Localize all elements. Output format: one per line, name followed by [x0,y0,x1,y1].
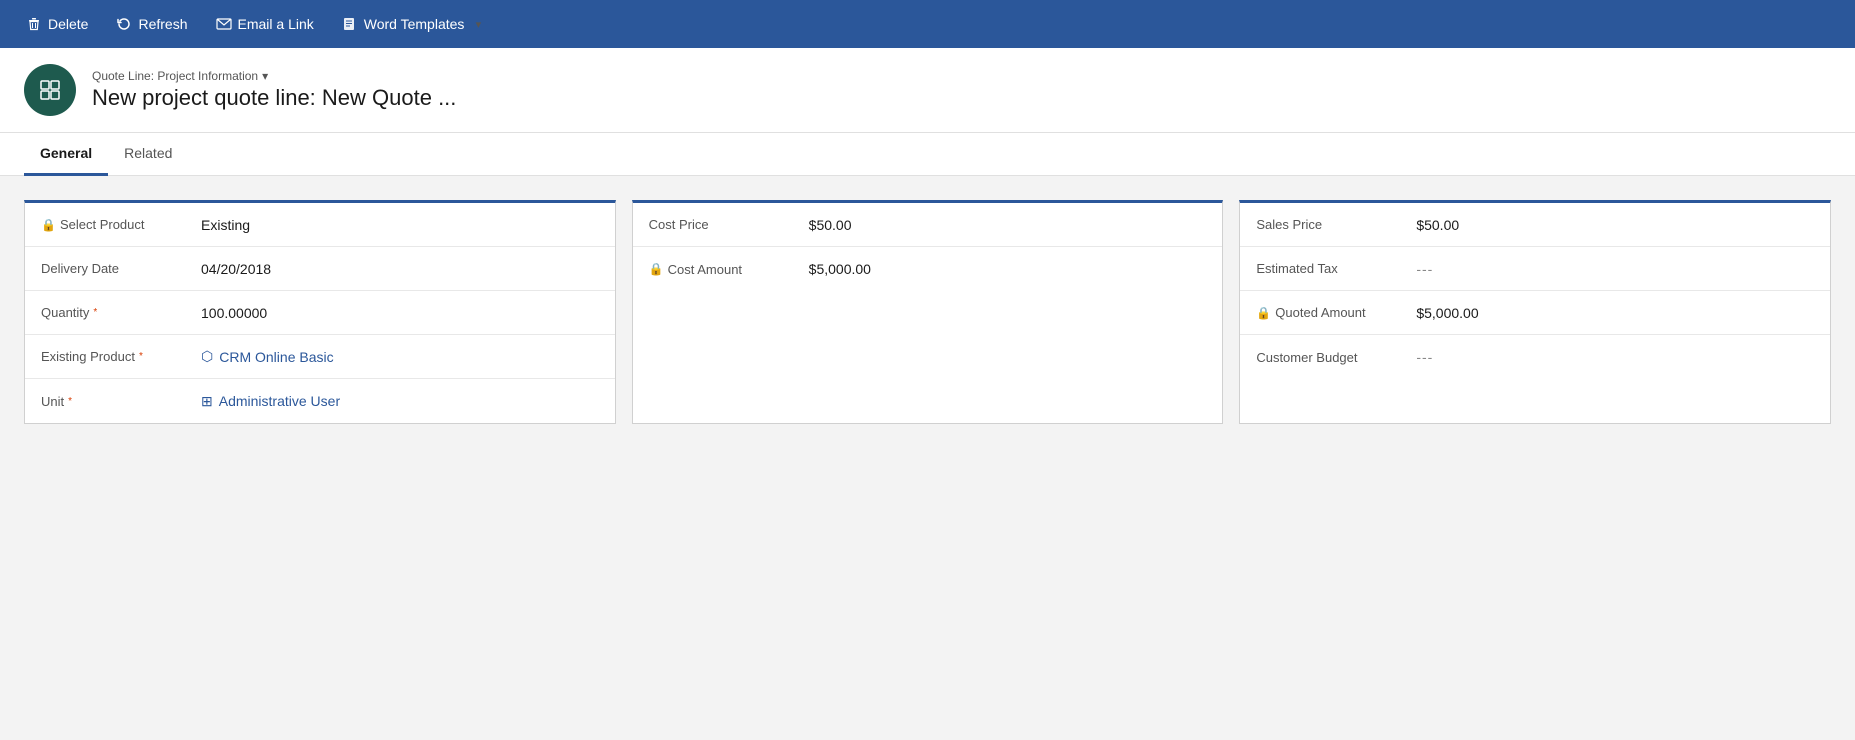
page-header: Quote Line: Project Information ▾ New pr… [0,48,1855,133]
entity-icon [24,64,76,116]
value-unit[interactable]: ⊞ Administrative User [201,393,340,410]
label-unit: Unit * [41,394,201,409]
lock-icon-select-product: 🔒 [41,218,56,232]
value-quantity: 100.00000 [201,305,267,321]
field-row-existing-product: Existing Product * ⬡ CRM Online Basic [25,335,615,379]
refresh-button[interactable]: Refresh [106,10,197,38]
middle-card: Cost Price $50.00 🔒 Cost Amount $5,000.0… [632,200,1224,424]
value-estimated-tax: --- [1416,261,1433,277]
right-card: Sales Price $50.00 Estimated Tax --- 🔒 Q… [1239,200,1831,424]
form-grid: 🔒 Select Product Existing Delivery Date … [24,200,1831,424]
delete-button[interactable]: Delete [16,10,98,38]
breadcrumb[interactable]: Quote Line: Project Information ▾ [92,69,456,83]
header-text: Quote Line: Project Information ▾ New pr… [92,69,456,111]
required-star-unit: * [68,396,72,407]
value-cost-amount: $5,000.00 [809,261,871,277]
lock-icon-quoted-amount: 🔒 [1256,306,1271,320]
email-icon [216,16,232,32]
field-row-cost-amount: 🔒 Cost Amount $5,000.00 [633,247,1223,291]
field-row-customer-budget: Customer Budget --- [1240,335,1830,379]
field-row-unit: Unit * ⊞ Administrative User [25,379,615,423]
label-cost-amount: 🔒 Cost Amount [649,262,809,277]
tab-general[interactable]: General [24,133,108,176]
breadcrumb-chevron-icon: ▾ [262,69,268,83]
tab-related[interactable]: Related [108,133,188,176]
entity-icon-unit: ⊞ [201,393,213,410]
value-quoted-amount: $5,000.00 [1416,305,1478,321]
value-delivery-date: 04/20/2018 [201,261,271,277]
main-content: 🔒 Select Product Existing Delivery Date … [0,176,1855,740]
email-link-label: Email a Link [238,16,314,32]
word-templates-button[interactable]: Word Templates ▾ [332,10,497,38]
refresh-icon [116,16,132,32]
label-quoted-amount: 🔒 Quoted Amount [1256,305,1416,320]
required-star-quantity: * [93,307,97,318]
tabs-bar: General Related [0,133,1855,176]
left-card: 🔒 Select Product Existing Delivery Date … [24,200,616,424]
page-title: New project quote line: New Quote ... [92,85,456,111]
lock-icon-cost-amount: 🔒 [649,262,664,276]
value-existing-product[interactable]: ⬡ CRM Online Basic [201,348,334,365]
label-customer-budget: Customer Budget [1256,350,1416,365]
value-cost-price: $50.00 [809,217,852,233]
label-quantity: Quantity * [41,305,201,320]
field-row-select-product: 🔒 Select Product Existing [25,203,615,247]
field-row-sales-price: Sales Price $50.00 [1240,203,1830,247]
value-customer-budget: --- [1416,349,1433,365]
label-existing-product: Existing Product * [41,349,201,364]
value-select-product: Existing [201,217,250,233]
delete-label: Delete [48,16,88,32]
label-estimated-tax: Estimated Tax [1256,261,1416,276]
field-row-delivery-date: Delivery Date 04/20/2018 [25,247,615,291]
required-star-existing-product: * [139,351,143,362]
label-select-product: 🔒 Select Product [41,217,201,232]
label-sales-price: Sales Price [1256,217,1416,232]
field-row-cost-price: Cost Price $50.00 [633,203,1223,247]
breadcrumb-text: Quote Line: Project Information [92,69,258,83]
field-row-quoted-amount: 🔒 Quoted Amount $5,000.00 [1240,291,1830,335]
value-sales-price: $50.00 [1416,217,1459,233]
toolbar: Delete Refresh Email a Link Word Templat… [0,0,1855,48]
field-row-estimated-tax: Estimated Tax --- [1240,247,1830,291]
field-row-quantity: Quantity * 100.00000 [25,291,615,335]
refresh-label: Refresh [138,16,187,32]
email-link-button[interactable]: Email a Link [206,10,324,38]
cube-icon-product: ⬡ [201,348,213,365]
delete-icon [26,16,42,32]
label-cost-price: Cost Price [649,217,809,232]
word-templates-label: Word Templates [364,16,465,32]
label-delivery-date: Delivery Date [41,261,201,276]
word-templates-chevron-icon: ▾ [470,16,486,32]
word-icon [342,16,358,32]
